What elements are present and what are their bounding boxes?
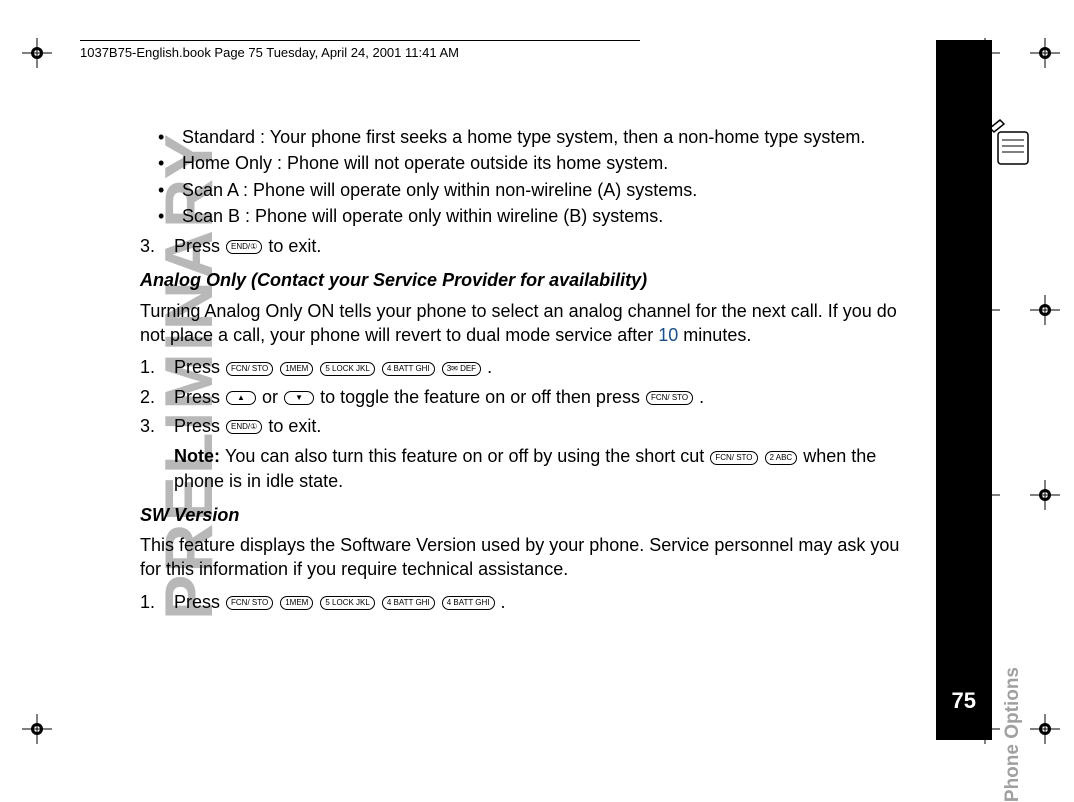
note-block: Note: You can also turn this feature on … xyxy=(174,444,910,493)
down-key-icon: ▼ xyxy=(284,391,314,405)
one-key-icon: 1MEM xyxy=(280,362,313,376)
phone-icon xyxy=(988,118,1036,168)
print-mark xyxy=(1030,38,1060,68)
print-mark xyxy=(1030,480,1060,510)
step-text: Press FCN/ STO 1MEM 5 LOCK JKL 4 BATT GH… xyxy=(174,590,506,614)
section-title: Phone Options xyxy=(1002,667,1024,802)
fcn-key-icon: FCN/ STO xyxy=(646,391,693,405)
one-key-icon: 1MEM xyxy=(280,596,313,610)
step-number: 2. xyxy=(140,385,174,409)
bullet-text: Home Only : Phone will not operate outsi… xyxy=(182,151,668,175)
book-header: 1037B75-English.book Page 75 Tuesday, Ap… xyxy=(80,40,640,60)
bullet-item: •Scan A : Phone will operate only within… xyxy=(158,178,910,202)
bullet-text: Scan B : Phone will operate only within … xyxy=(182,204,663,228)
paragraph: This feature displays the Software Versi… xyxy=(140,533,910,582)
fcn-key-icon: FCN/ STO xyxy=(710,451,757,465)
bullet-text: Scan A : Phone will operate only within … xyxy=(182,178,697,202)
bullet-text: Standard : Your phone first seeks a home… xyxy=(182,125,865,149)
fcn-key-icon: FCN/ STO xyxy=(226,362,273,376)
four-key-icon: 4 BATT GHI xyxy=(382,596,435,610)
step-text: Press END/① to exit. xyxy=(174,234,321,258)
four-key-icon: 4 BATT GHI xyxy=(382,362,435,376)
step-number: 3. xyxy=(140,234,174,258)
end-key-icon: END/① xyxy=(226,420,262,434)
bullet-item: •Home Only : Phone will not operate outs… xyxy=(158,151,910,175)
three-key-icon: 3✉ DEF xyxy=(442,362,481,376)
step-text: Press END/① to exit. xyxy=(174,414,321,438)
up-key-icon: ▲ xyxy=(226,391,256,405)
paragraph: Turning Analog Only ON tells your phone … xyxy=(140,299,910,348)
step-number: 3. xyxy=(140,414,174,438)
fcn-key-icon: FCN/ STO xyxy=(226,596,273,610)
print-mark xyxy=(1030,714,1060,744)
print-mark xyxy=(22,38,52,68)
print-mark xyxy=(1030,295,1060,325)
five-key-icon: 5 LOCK JKL xyxy=(320,362,374,376)
step-number: 1. xyxy=(140,590,174,614)
bullet-item: •Scan B : Phone will operate only within… xyxy=(158,204,910,228)
bullet-item: •Standard : Your phone first seeks a hom… xyxy=(158,125,910,149)
print-mark xyxy=(22,714,52,744)
section-heading: Analog Only (Contact your Service Provid… xyxy=(140,268,910,292)
step-number: 1. xyxy=(140,355,174,379)
step-text: Press FCN/ STO 1MEM 5 LOCK JKL 4 BATT GH… xyxy=(174,355,492,379)
two-key-icon: 2 ABC xyxy=(765,451,798,465)
link-text: 10 xyxy=(658,325,678,345)
end-key-icon: END/① xyxy=(226,240,262,254)
four-key-icon: 4 BATT GHI xyxy=(442,596,495,610)
step-text: Press ▲ or ▼ to toggle the feature on or… xyxy=(174,385,704,409)
five-key-icon: 5 LOCK JKL xyxy=(320,596,374,610)
note-label: Note: xyxy=(174,446,225,466)
section-heading: SW Version xyxy=(140,503,910,527)
